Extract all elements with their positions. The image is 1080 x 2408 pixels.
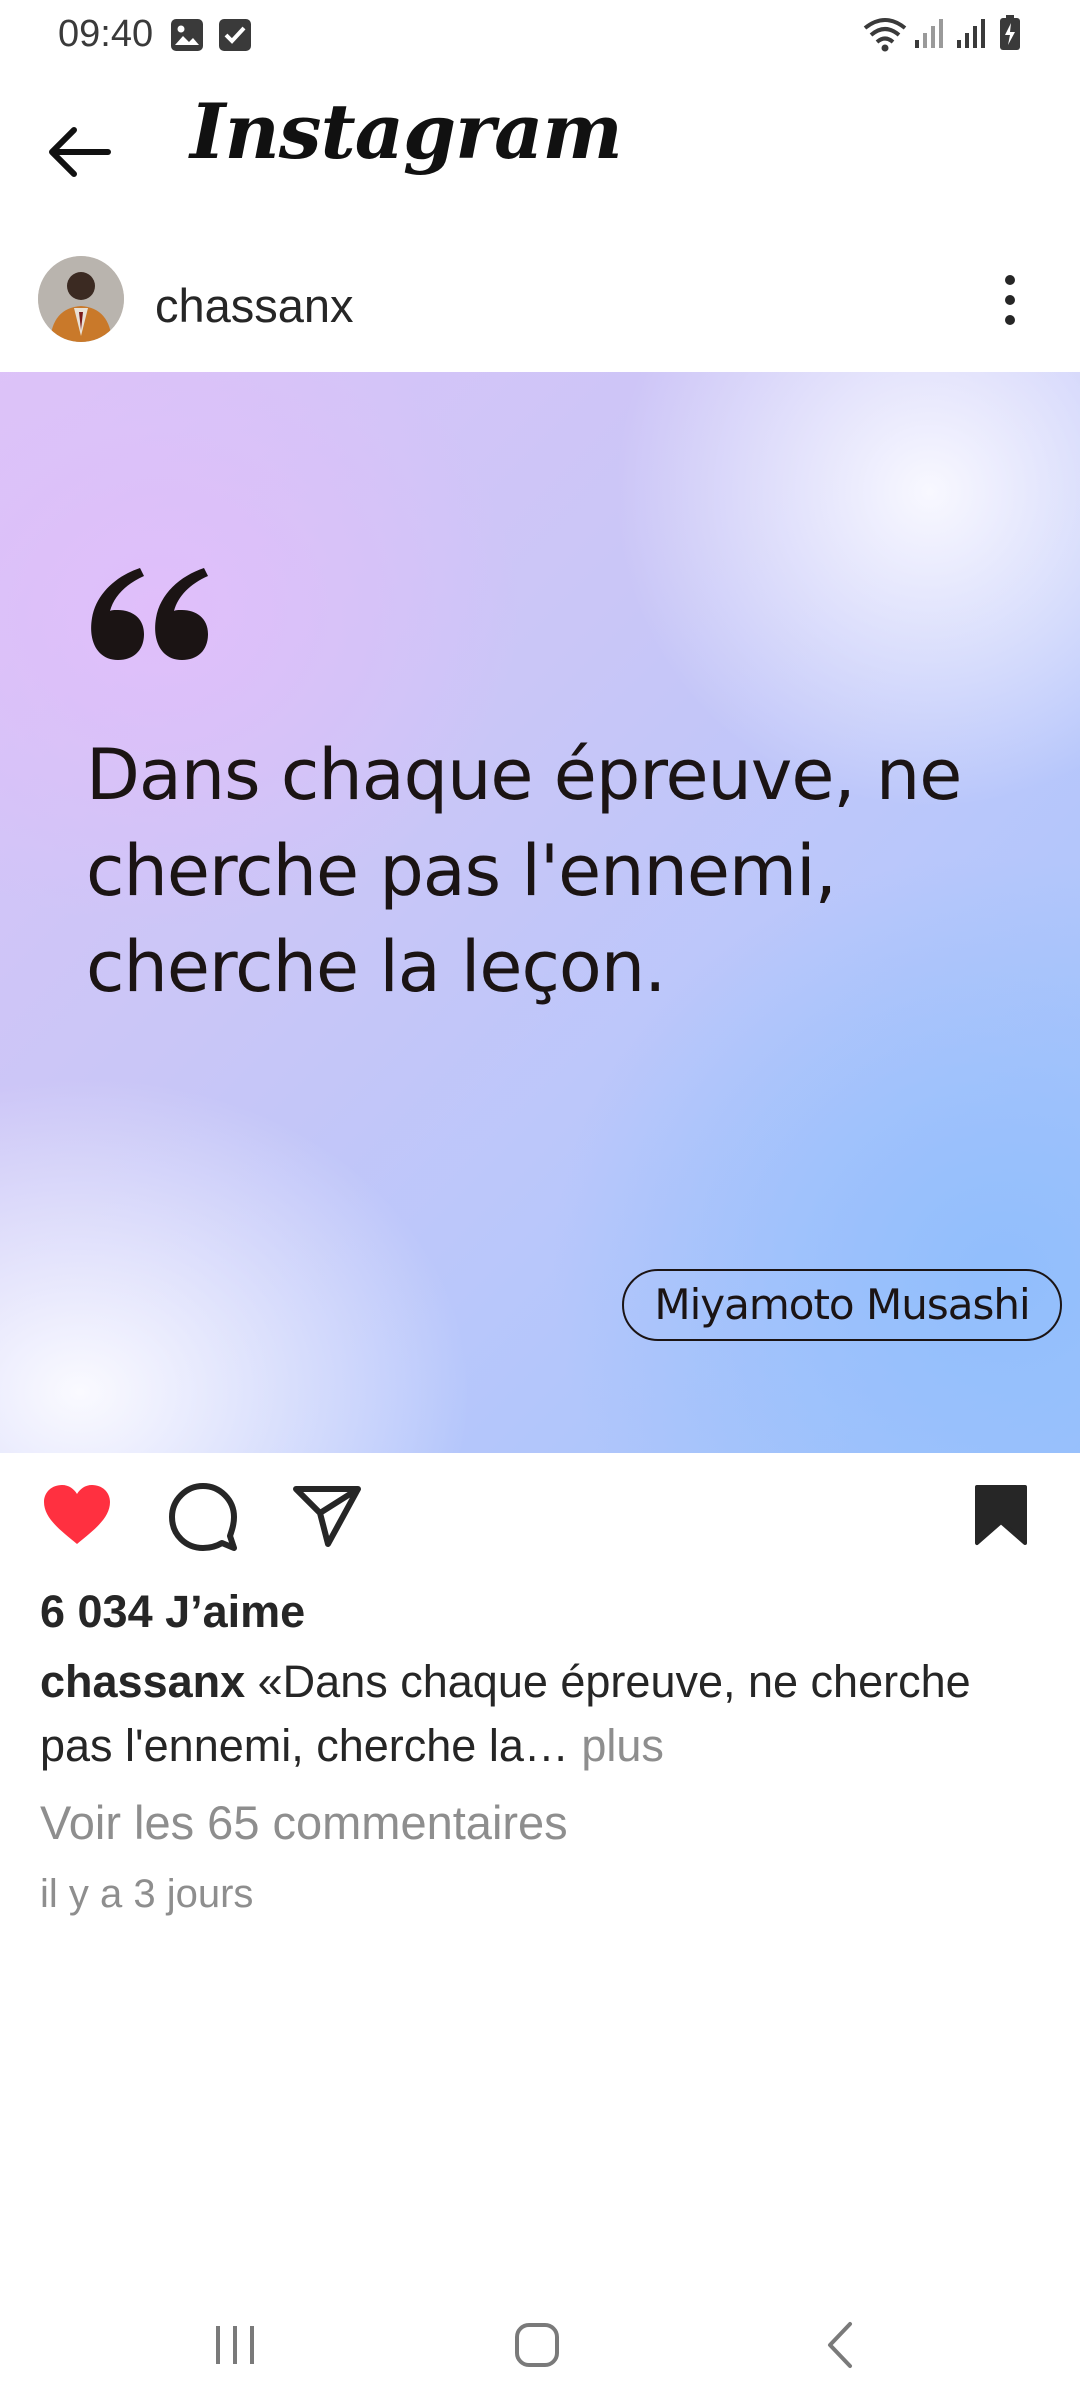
comment-button[interactable]: [168, 1482, 238, 1552]
post-username[interactable]: chassanx: [155, 276, 354, 336]
arrow-left-icon: [49, 127, 111, 177]
recent-apps-icon: [216, 2326, 254, 2364]
likes-count[interactable]: 6 034 J’aime: [40, 1580, 305, 1644]
vertical-dots-icon: [1005, 275, 1015, 325]
quote-text: Dans chaque épreuve, ne cherche pas l'en…: [86, 734, 962, 1008]
send-icon: [293, 1486, 361, 1547]
post-caption: chassanx «Dans chaque épreuve, ne cherch…: [40, 1650, 1040, 1778]
signal-icon: [913, 16, 945, 50]
comment-icon: [169, 1483, 237, 1551]
caption-more-link[interactable]: plus: [569, 1720, 664, 1771]
checkbox-icon: [218, 18, 252, 52]
quote-mark-icon: [86, 568, 212, 662]
post-timestamp: il y a 3 jours: [40, 1872, 254, 1916]
avatar[interactable]: [38, 256, 124, 342]
post-image[interactable]: Dans chaque épreuve, ne cherche pas l'en…: [0, 372, 1080, 1453]
caption-username[interactable]: chassanx: [40, 1656, 245, 1707]
status-time: 09:40: [58, 13, 154, 55]
heart-icon: [44, 1485, 110, 1544]
save-button[interactable]: [974, 1484, 1028, 1546]
home-icon: [515, 2323, 559, 2367]
wifi-icon: [862, 16, 908, 52]
share-button[interactable]: [292, 1484, 362, 1548]
bookmark-icon: [975, 1485, 1027, 1545]
back-icon: [828, 2322, 852, 2368]
home-button[interactable]: [512, 2320, 562, 2370]
like-button[interactable]: [40, 1482, 114, 1548]
back-arrow-button[interactable]: [44, 124, 114, 180]
nav-back-button[interactable]: [816, 2320, 866, 2370]
quote-author-badge: Miyamoto Musashi: [622, 1269, 1062, 1341]
caption-ellipsis: …: [523, 1720, 569, 1771]
recent-apps-button[interactable]: [210, 2320, 260, 2370]
app-title: Instagram: [190, 87, 623, 176]
view-comments-link[interactable]: Voir les 65 commentaires: [40, 1792, 568, 1854]
more-options-button[interactable]: [1000, 272, 1020, 328]
image-icon: [170, 18, 204, 52]
signal-icon: [955, 16, 987, 50]
battery-icon: [998, 14, 1022, 52]
